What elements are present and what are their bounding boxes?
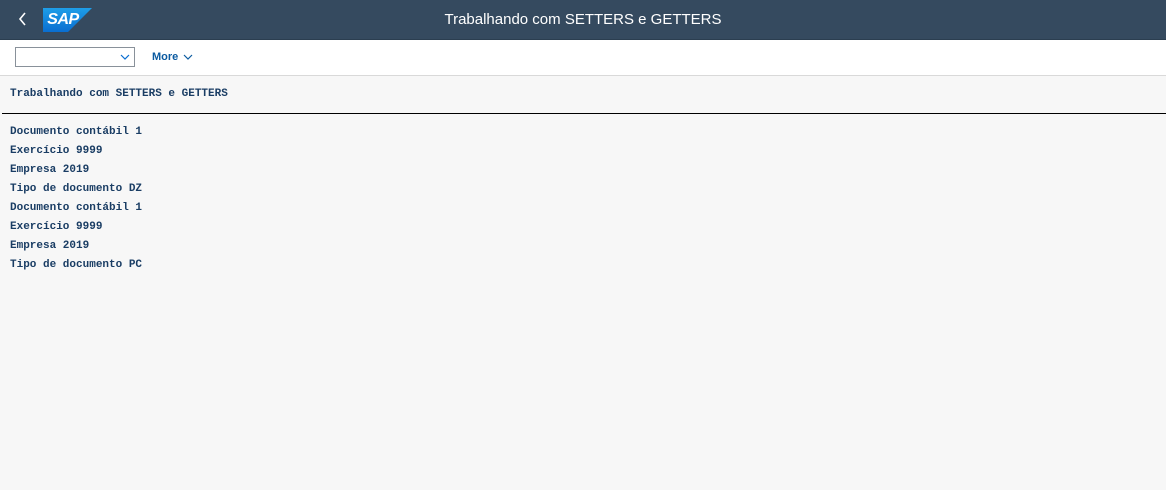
- shell-bar: SAP Trabalhando com SETTERS e GETTERS: [0, 0, 1166, 40]
- report-line: Documento contábil 1: [10, 126, 143, 138]
- report-heading: Trabalhando com SETTERS e GETTERS: [10, 88, 228, 100]
- chevron-down-icon: [120, 54, 130, 60]
- sap-logo-text: SAP: [47, 11, 79, 28]
- report-line: Exercício 9999: [10, 221, 103, 233]
- report-line: Exercício 9999: [10, 145, 103, 157]
- toolbar: More: [0, 40, 1166, 76]
- report-line: Empresa 2019: [10, 240, 90, 252]
- report-separator: [2, 113, 1166, 114]
- more-button[interactable]: More: [146, 48, 199, 66]
- chevron-left-icon: [18, 12, 26, 26]
- report-line: Empresa 2019: [10, 164, 90, 176]
- chevron-down-icon: [183, 54, 193, 60]
- report-line: Tipo de documento PC: [10, 259, 143, 271]
- command-dropdown[interactable]: [15, 47, 135, 67]
- report-line: Documento contábil 1: [10, 202, 143, 214]
- shell-title: Trabalhando com SETTERS e GETTERS: [444, 11, 722, 28]
- report-output: Trabalhando com SETTERS e GETTERS Docume…: [0, 76, 1166, 490]
- sap-logo[interactable]: SAP: [43, 8, 92, 32]
- more-label: More: [152, 51, 179, 63]
- back-button[interactable]: [13, 9, 33, 29]
- report-lines: Documento contábil 1 Exercício 9999 Empr…: [10, 126, 142, 278]
- report-line: Tipo de documento DZ: [10, 183, 143, 195]
